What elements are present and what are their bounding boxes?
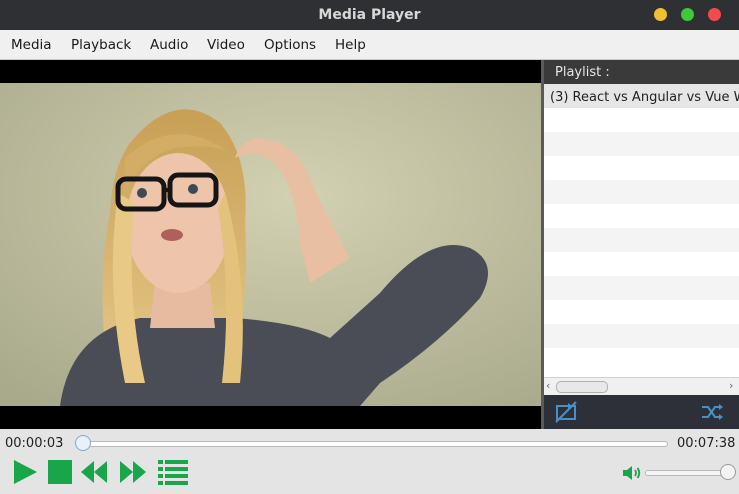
playlist-icon [158, 460, 188, 485]
minimize-button[interactable] [654, 8, 667, 21]
menu-options[interactable]: Options [264, 37, 316, 53]
total-time: 00:07:38 [677, 436, 736, 451]
playlist-empty-row [544, 108, 739, 132]
playlist-item-label: (3) React vs Angular vs Vue Which Framew… [550, 90, 739, 105]
play-icon [14, 460, 37, 484]
playlist-empty-row [544, 276, 739, 300]
fast-forward-button[interactable] [119, 458, 147, 486]
shuffle-button[interactable] [699, 399, 725, 425]
playlist-empty-row [544, 228, 739, 252]
playlist-panel: Playlist : (3) React vs Angular vs Vue W… [544, 60, 739, 429]
playlist-empty-row [544, 156, 739, 180]
playlist-toolbar [544, 395, 739, 429]
close-button[interactable] [708, 8, 721, 21]
stop-icon [48, 460, 72, 484]
menu-video[interactable]: Video [207, 37, 245, 53]
playlist-header: Playlist : [544, 60, 739, 84]
play-button[interactable] [11, 458, 39, 486]
playlist-empty-row [544, 300, 739, 324]
playlist-list: (3) React vs Angular vs Vue Which Framew… [544, 84, 739, 384]
window-title: Media Player [318, 7, 421, 23]
playlist-title: Playlist : [555, 65, 610, 80]
playlist-item[interactable]: (3) React vs Angular vs Vue Which Framew… [544, 84, 739, 108]
scroll-left-icon[interactable]: ‹ [546, 379, 550, 392]
menu-playback[interactable]: Playback [71, 37, 131, 53]
playlist-empty-row [544, 204, 739, 228]
volume-handle[interactable] [720, 464, 736, 480]
volume-slider[interactable] [645, 470, 729, 476]
maximize-button[interactable] [681, 8, 694, 21]
repeat-off-button[interactable] [553, 399, 579, 425]
title-bar: Media Player [0, 0, 739, 30]
stop-button[interactable] [46, 458, 74, 486]
playlist-empty-row [544, 180, 739, 204]
mute-button[interactable] [622, 464, 642, 482]
playlist-empty-row [544, 324, 739, 348]
repeat-off-icon [555, 401, 577, 423]
elapsed-time: 00:00:03 [5, 436, 64, 451]
seek-handle[interactable] [75, 435, 92, 451]
playlist-toggle-button[interactable] [157, 458, 189, 486]
fast-forward-icon [120, 461, 146, 483]
volume-level [646, 471, 728, 475]
scroll-right-icon[interactable]: › [729, 379, 733, 392]
shuffle-icon [702, 404, 723, 420]
rewind-button[interactable] [80, 458, 108, 486]
playlist-horizontal-scrollbar[interactable]: ‹ › [544, 377, 739, 395]
video-area[interactable] [0, 60, 541, 429]
video-frame-image [0, 83, 541, 406]
playlist-empty-row [544, 348, 739, 372]
seek-bar[interactable] [78, 441, 668, 447]
menu-audio[interactable]: Audio [150, 37, 188, 53]
volume-icon [623, 466, 641, 480]
rewind-icon [81, 461, 107, 483]
controls-panel: 00:00:03 00:07:38 [0, 429, 739, 494]
menu-media[interactable]: Media [11, 37, 52, 53]
video-frame[interactable] [0, 83, 541, 406]
playlist-empty-row [544, 132, 739, 156]
menu-help[interactable]: Help [335, 37, 366, 53]
scrollbar-thumb[interactable] [556, 381, 608, 393]
playlist-empty-row [544, 252, 739, 276]
menu-bar: Media Playback Audio Video Options Help [0, 30, 739, 60]
